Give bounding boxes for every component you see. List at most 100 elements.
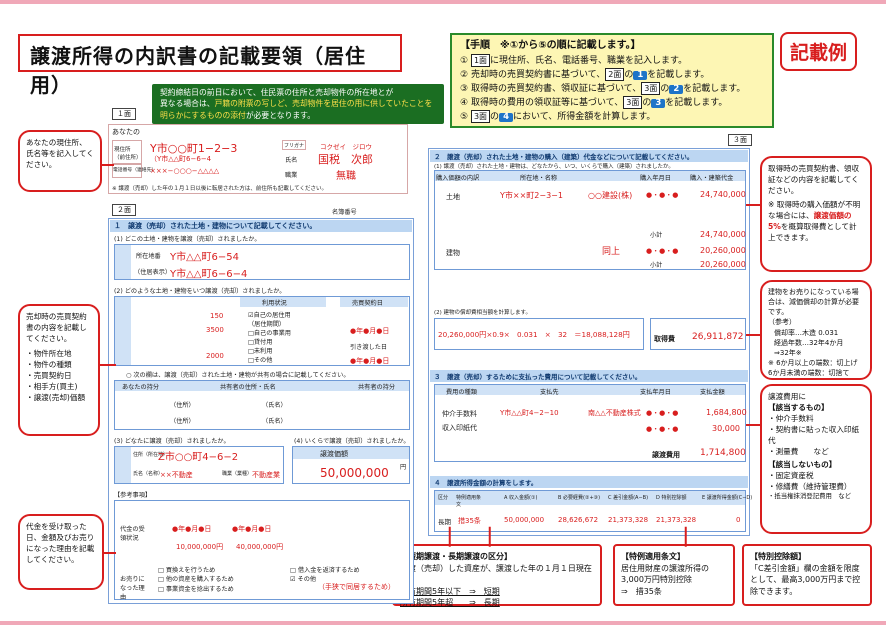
reason-list-1: □ 買換えを行うため □ 他の資産を購入するため □ 事業資金を捻出するため xyxy=(158,567,234,593)
note-deduction: 【特別控除額】 「C差引金額」欄の金額を限度として、最高3,000万円まで控除で… xyxy=(742,544,872,606)
q4-label: (4) いくらで譲渡（売却）されましたか。 xyxy=(294,438,410,445)
exp1-amount: 1,684,800 xyxy=(706,408,747,417)
q3-label: (3) どなたに譲渡（売却）されましたか。 xyxy=(114,438,230,445)
calc-D: 21,373,328 xyxy=(656,516,697,524)
delivery-label: 引き渡した日 xyxy=(350,344,388,351)
land-seller: ○○建設(株) xyxy=(588,191,633,200)
arrow-deduction xyxy=(685,526,687,547)
bldg-date: ●・●・● xyxy=(646,247,679,255)
sec1-header: １ 譲渡（売却）された土地・建物について記載してください。 xyxy=(110,220,412,232)
q2-label: (2) どのような土地・建物をいつ譲渡（売却）されましたか。 xyxy=(114,288,286,295)
you-label: あなたの xyxy=(112,128,140,136)
contract-date: ●年●月●日 xyxy=(350,327,390,335)
step-4: ④ 取得時の費用の領収証等に基づいて、 3面の 3 を記載します。 xyxy=(460,95,728,110)
location-label: 所在地番 xyxy=(136,253,161,260)
residence-value: Y市△△町6−6−4 xyxy=(170,269,248,280)
bldg-area: 3500 xyxy=(206,326,224,334)
step-5: ⑤ 3面の 4 において、所得金額を計算します。 xyxy=(460,109,656,124)
expense-label: 譲渡費用 xyxy=(652,451,680,459)
price-value: 50,000,000 xyxy=(320,466,389,480)
note-special: 【特例適用条文】 居住用財産の譲渡所得の3,000万円特別控除 ⇒ 措35条 xyxy=(613,544,735,606)
bldg-label: 建物 xyxy=(446,249,460,257)
step-2: ② 売却時の売買契約書に基づいて、 2面の 1 を記載します。 xyxy=(460,67,710,82)
step-3: ③ 取得時の売買契約書、領収証に基づいて、 3面の 2 を記載します。 xyxy=(460,81,746,96)
pay1-date: ●年●月●日 xyxy=(172,525,212,533)
arrow-special xyxy=(489,526,491,547)
use-label: 利用状況 xyxy=(262,300,287,307)
buyer-name-label: 氏名（名称） xyxy=(133,471,164,477)
expense-total: 1,714,800 xyxy=(700,448,746,458)
arrow-expenses xyxy=(746,424,760,426)
land-label: 土地 xyxy=(446,193,460,201)
note-expenses: 譲渡費用に 【該当するもの】 ・仲介手数料 ・契約書に貼った収入印紙代 ・測量費… xyxy=(760,384,872,534)
arrow-period xyxy=(449,526,451,547)
bldg-price: 20,260,000 xyxy=(700,246,746,255)
price-label: 譲渡価額 xyxy=(320,450,348,458)
delivery-date: ●年●月●日 xyxy=(350,357,390,365)
page-title: 譲渡所得の内訳書の記載要領（居住用） xyxy=(18,34,402,97)
sec2-header: ２ 譲渡（売却）された土地・建物の購入（建築）代金などについて記載してください。 xyxy=(430,150,748,162)
land-seller-addr: Y市××町2−3−1 xyxy=(500,191,563,200)
arrow-sale xyxy=(100,364,116,366)
exp1-payee-name: 南△△不動産株式 xyxy=(588,409,641,417)
page2-number: ２面 xyxy=(112,204,136,216)
note-sale-contract: 売却時の売買契約書の内容を記載してください。 ・物件所在地 ・物件の種類 ・売買… xyxy=(18,304,100,436)
co-owner-label: 共有者の住所・氏名 xyxy=(220,384,276,391)
note-purchase: 取得時の売買契約書、領収証などの内容を記載してください。 ※ 取得時の購入価額が… xyxy=(760,156,872,272)
calc-B: 28,626,672 xyxy=(558,516,599,524)
name-label: 氏名 xyxy=(285,157,298,164)
cost-label: 取得費 xyxy=(654,335,675,343)
page1-number: １面 xyxy=(112,108,136,120)
residence-note: 契約締結日の前日において、住民票の住所と売却物件の所在地とが 異なる場合は、戸籍… xyxy=(152,84,444,124)
note-depreciation: 建物をお売りになっている場合は、減価償却の計算が必要です。 （参考） 償却率…木… xyxy=(760,280,872,380)
buyer-addr-value: Z市○○町4−6−2 xyxy=(158,452,239,463)
reason-other-value: （手狭で同居するため） xyxy=(318,583,395,591)
step-1: ① 1面 に現住所、氏名、電話番号、職業を記入します。 xyxy=(460,53,688,68)
name-value: 国税 次郎 xyxy=(318,153,373,166)
calc-A: 50,000,000 xyxy=(504,516,545,524)
furigana-label: フリガナ xyxy=(284,143,305,149)
example-label: 記載例 xyxy=(780,32,858,71)
ref-number-label: 名簿番号 xyxy=(332,209,357,216)
address-label: 現住所（前住所） xyxy=(114,147,142,161)
calc-E: 0 xyxy=(736,516,741,524)
pay2-amount: 40,000,000円 xyxy=(236,543,284,551)
land-price: 24,740,000 xyxy=(700,190,746,199)
buyer-job-label: 職業（業種） xyxy=(222,471,253,477)
note-address: あなたの現住所、氏名等を記入してください。 xyxy=(18,130,102,192)
co-share-label: 共有者の持分 xyxy=(358,384,396,391)
job-value: 無職 xyxy=(336,171,356,182)
sec3-header: ３ 譲渡（売却）するために支払った費用について記載してください。 xyxy=(430,370,748,382)
q1-label: (1) どこの土地・建物を譲渡（売却）されましたか。 xyxy=(114,236,261,243)
arrow-payment xyxy=(104,552,116,554)
residence-label: （住居表示） xyxy=(134,269,172,276)
exp2-amount: 30,000 xyxy=(712,424,740,433)
document-page: 譲渡所得の内訳書の記載要領（居住用） 記載例 【手順 ※①から⑤の順に記載します… xyxy=(0,0,886,625)
arrow-address xyxy=(102,164,114,166)
note-period: 【短期譲渡・長期譲渡の区分】 譲渡（売却）した資産が、譲渡した年の１月１日現在で… xyxy=(392,544,602,607)
note-payment: 代金を受け取った日、金額及びお売りになった理由を記載してください。 xyxy=(18,514,104,590)
ref-items-label: 【参考事項】 xyxy=(114,492,152,499)
location-value: Y市△△町6−54 xyxy=(170,252,239,263)
bldg-area2: 2000 xyxy=(206,352,224,360)
arrow-depreciation xyxy=(746,334,760,336)
pay1-amount: 10,000,000円 xyxy=(176,543,224,551)
sec2-sub: (1) 譲渡（売却）された土地・建物は、どなたから、いつ、いくらで購入（建築）さ… xyxy=(434,164,674,170)
calc-article: 措35条 xyxy=(458,517,481,525)
land-area: 150 xyxy=(210,312,224,320)
exp2-type: 収入印紙代 xyxy=(442,424,477,432)
exp1-payee: Y市△△町4−2−10 xyxy=(500,409,559,417)
land-date: ●・●・● xyxy=(646,191,679,199)
page1-footnote: ※ 譲渡（売却）した年の１月１日以後に転居された方は、前住所も記載してください。 xyxy=(112,186,328,192)
cost-value: 26,911,872 xyxy=(692,332,744,342)
buyer-name-value: ××不動産 xyxy=(160,471,193,479)
owner-share-label: あなたの持分 xyxy=(122,384,160,391)
bldg-calc-label: (2) 建物の償却費相当額を計算します。 xyxy=(434,310,531,316)
pay2-date: ●年●月●日 xyxy=(232,525,272,533)
co-owner-note: ○ 次の欄は、譲渡（売却）された土地・建物が共有の場合に記載してください。 xyxy=(126,372,350,379)
use-list: ☑自己の居住用 （居住期間） □自己の事業用 □貸付用 □未利用 □その他 xyxy=(248,312,291,364)
bldg-seller: 同上 xyxy=(602,247,621,257)
prev-address-value: （Y市△△町6−6−4 xyxy=(150,155,212,163)
reason-label: お売りになった理由 xyxy=(120,576,145,601)
payment-label: 代金の受領状況 xyxy=(120,526,145,542)
